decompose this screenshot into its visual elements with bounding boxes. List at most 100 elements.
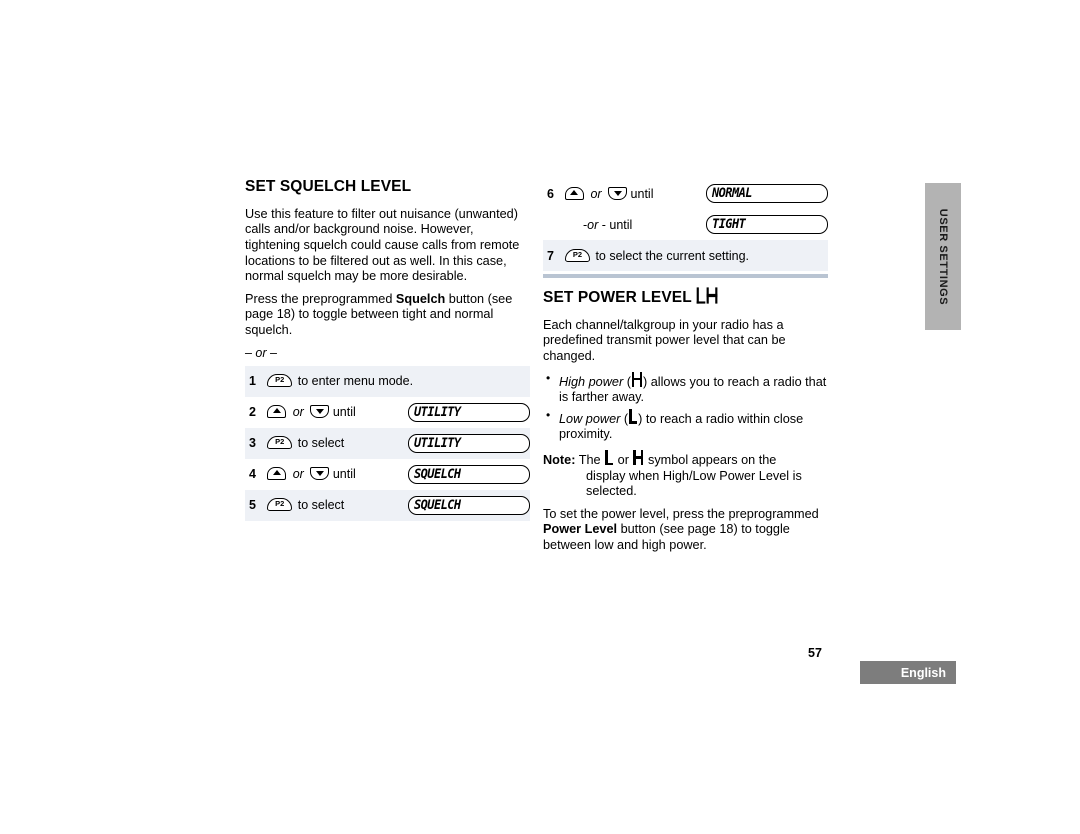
step-display: SQUELCH <box>407 459 530 490</box>
note-line-3: selected. <box>586 484 637 499</box>
step-number: 4 <box>249 467 256 482</box>
down-arrow-triangle <box>315 409 324 415</box>
lcd-low-symbol-icon <box>604 449 614 465</box>
or-separator-left: – or – <box>245 345 277 360</box>
or-label: or <box>292 467 304 482</box>
squelch-steps-table: 1 P2 to enter menu mode. 2 or until UTIL… <box>245 365 530 521</box>
table-row[interactable]: -or - until TIGHT <box>543 209 828 240</box>
table-row[interactable]: 6 or until NORMAL <box>543 178 828 209</box>
power-level-button-name: Power Level <box>543 522 618 537</box>
note-pre: The <box>575 452 605 467</box>
lcd-display-text: UTILITY <box>413 435 461 451</box>
table-row[interactable]: 1 P2 to enter menu mode. <box>245 365 530 397</box>
lcd-display-box: NORMAL <box>706 184 828 203</box>
p2-button-icon[interactable]: P2 <box>267 374 293 388</box>
language-badge: English <box>860 661 956 684</box>
step-number: 2 <box>249 405 256 420</box>
section-title-power-level: SET POWER LEVEL <box>543 287 828 307</box>
step-display: TIGHT <box>706 209 828 240</box>
step-action: or until <box>564 178 706 209</box>
or-until-post: - until <box>598 217 633 232</box>
step-action-text: to select <box>297 436 345 451</box>
step-action-text: to select the current setting. <box>595 248 750 263</box>
step-number: 6 <box>547 186 554 201</box>
table-row[interactable]: 7 P2 to select the current setting. <box>543 240 828 271</box>
step-action-text: to enter menu mode. <box>297 374 414 389</box>
step-action-text: until <box>630 186 654 201</box>
step-number: 3 <box>245 427 268 459</box>
squelch-button-name: Squelch <box>395 291 446 306</box>
down-arrow-icon[interactable] <box>310 405 330 419</box>
step-action: -or - until <box>565 209 706 240</box>
note-label: Note: <box>543 452 576 467</box>
up-arrow-icon[interactable] <box>267 467 287 481</box>
step-action: or until <box>267 459 408 490</box>
lcd-high-symbol-icon <box>632 449 644 465</box>
side-tab-label: USER SETTINGS <box>937 208 949 305</box>
side-tab-user-settings: USER SETTINGS <box>925 183 961 330</box>
p2-button-label: P2 <box>275 499 285 509</box>
list-item: High power () allows you to reach a radi… <box>543 371 828 406</box>
table-row[interactable]: 3 P2 to select UTILITY <box>245 427 530 459</box>
page-number: 57 <box>808 646 822 660</box>
up-arrow-icon[interactable] <box>564 186 584 200</box>
high-power-label: High power <box>559 374 624 389</box>
squelch-description-paragraph: Use this feature to filter out nuisance … <box>245 206 520 284</box>
p2-button-icon[interactable]: P2 <box>267 436 293 450</box>
step-action: P2 to select <box>267 427 408 459</box>
power-steps-table: 6 or until NORMAL -or - until TIGHT 7 P2… <box>543 178 828 271</box>
table-row[interactable]: 4 or until SQUELCH <box>245 459 530 490</box>
lcd-high-symbol-icon <box>631 371 643 387</box>
lcd-display-box: UTILITY <box>407 433 530 453</box>
power-para-pre: To set the power level, press the prepro… <box>543 506 819 521</box>
low-power-label: Low power <box>559 411 621 426</box>
down-arrow-icon[interactable] <box>310 467 330 481</box>
step-display: UTILITY <box>407 397 530 428</box>
step-display: NORMAL <box>706 178 828 209</box>
up-arrow-icon[interactable] <box>267 405 287 419</box>
lcd-high-symbol-icon <box>705 287 718 304</box>
lcd-display-text: TIGHT <box>712 217 746 232</box>
step-action-text: until <box>332 467 356 482</box>
table-row[interactable]: 2 or until UTILITY <box>245 397 530 428</box>
p2-button-label: P2 <box>275 375 285 385</box>
step-display: SQUELCH <box>407 489 530 521</box>
left-column: SET SQUELCH LEVEL Use this feature to fi… <box>245 178 530 521</box>
p2-button-icon[interactable]: P2 <box>267 498 293 512</box>
section-separator-bar <box>543 274 828 278</box>
lcd-display-text: UTILITY <box>413 404 461 420</box>
lcd-display-box: UTILITY <box>407 402 530 422</box>
lcd-display-box: SQUELCH <box>407 495 530 515</box>
step-action-text: until <box>332 405 356 420</box>
step-action: or until <box>267 397 408 428</box>
note-line-2: display when High/Low Power Level is <box>586 468 802 483</box>
squelch-para-pre: Press the preprogrammed <box>245 291 396 306</box>
list-item: Low power () to reach a radio within clo… <box>543 408 828 443</box>
down-arrow-triangle <box>315 471 324 477</box>
squelch-button-paragraph: Press the preprogrammed Squelch button (… <box>245 292 530 339</box>
lcd-display-box: TIGHT <box>706 215 828 234</box>
section-title-power-text: SET POWER LEVEL <box>543 289 692 306</box>
step-action-text: to select <box>297 498 345 513</box>
down-arrow-triangle <box>613 190 622 196</box>
or-until-line: -or - until <box>565 218 632 232</box>
step-number: 1 <box>245 365 268 397</box>
power-level-bullet-list: High power () allows you to reach a radi… <box>543 371 828 443</box>
table-row[interactable]: 5 P2 to select SQUELCH <box>245 489 530 521</box>
up-arrow-triangle <box>570 189 579 195</box>
right-column: 6 or until NORMAL -or - until TIGHT 7 P2… <box>543 178 828 554</box>
p2-button-icon[interactable]: P2 <box>564 248 590 262</box>
lcd-display-text: SQUELCH <box>413 497 461 513</box>
down-arrow-icon[interactable] <box>608 186 628 200</box>
step-number: 7 <box>543 240 565 271</box>
up-arrow-triangle <box>272 470 281 476</box>
power-description-paragraph: Each channel/talkgroup in your radio has… <box>543 317 786 363</box>
lcd-low-symbol-icon <box>628 408 638 424</box>
up-arrow-triangle <box>272 408 281 414</box>
p2-button-label: P2 <box>572 249 583 259</box>
power-level-note: Note: The or symbol appears on the displ… <box>543 449 828 500</box>
step-number <box>543 209 565 240</box>
lcd-display-text: SQUELCH <box>413 466 461 482</box>
step-action: P2 to enter menu mode. <box>267 365 530 397</box>
lcd-display-text: NORMAL <box>712 186 752 201</box>
